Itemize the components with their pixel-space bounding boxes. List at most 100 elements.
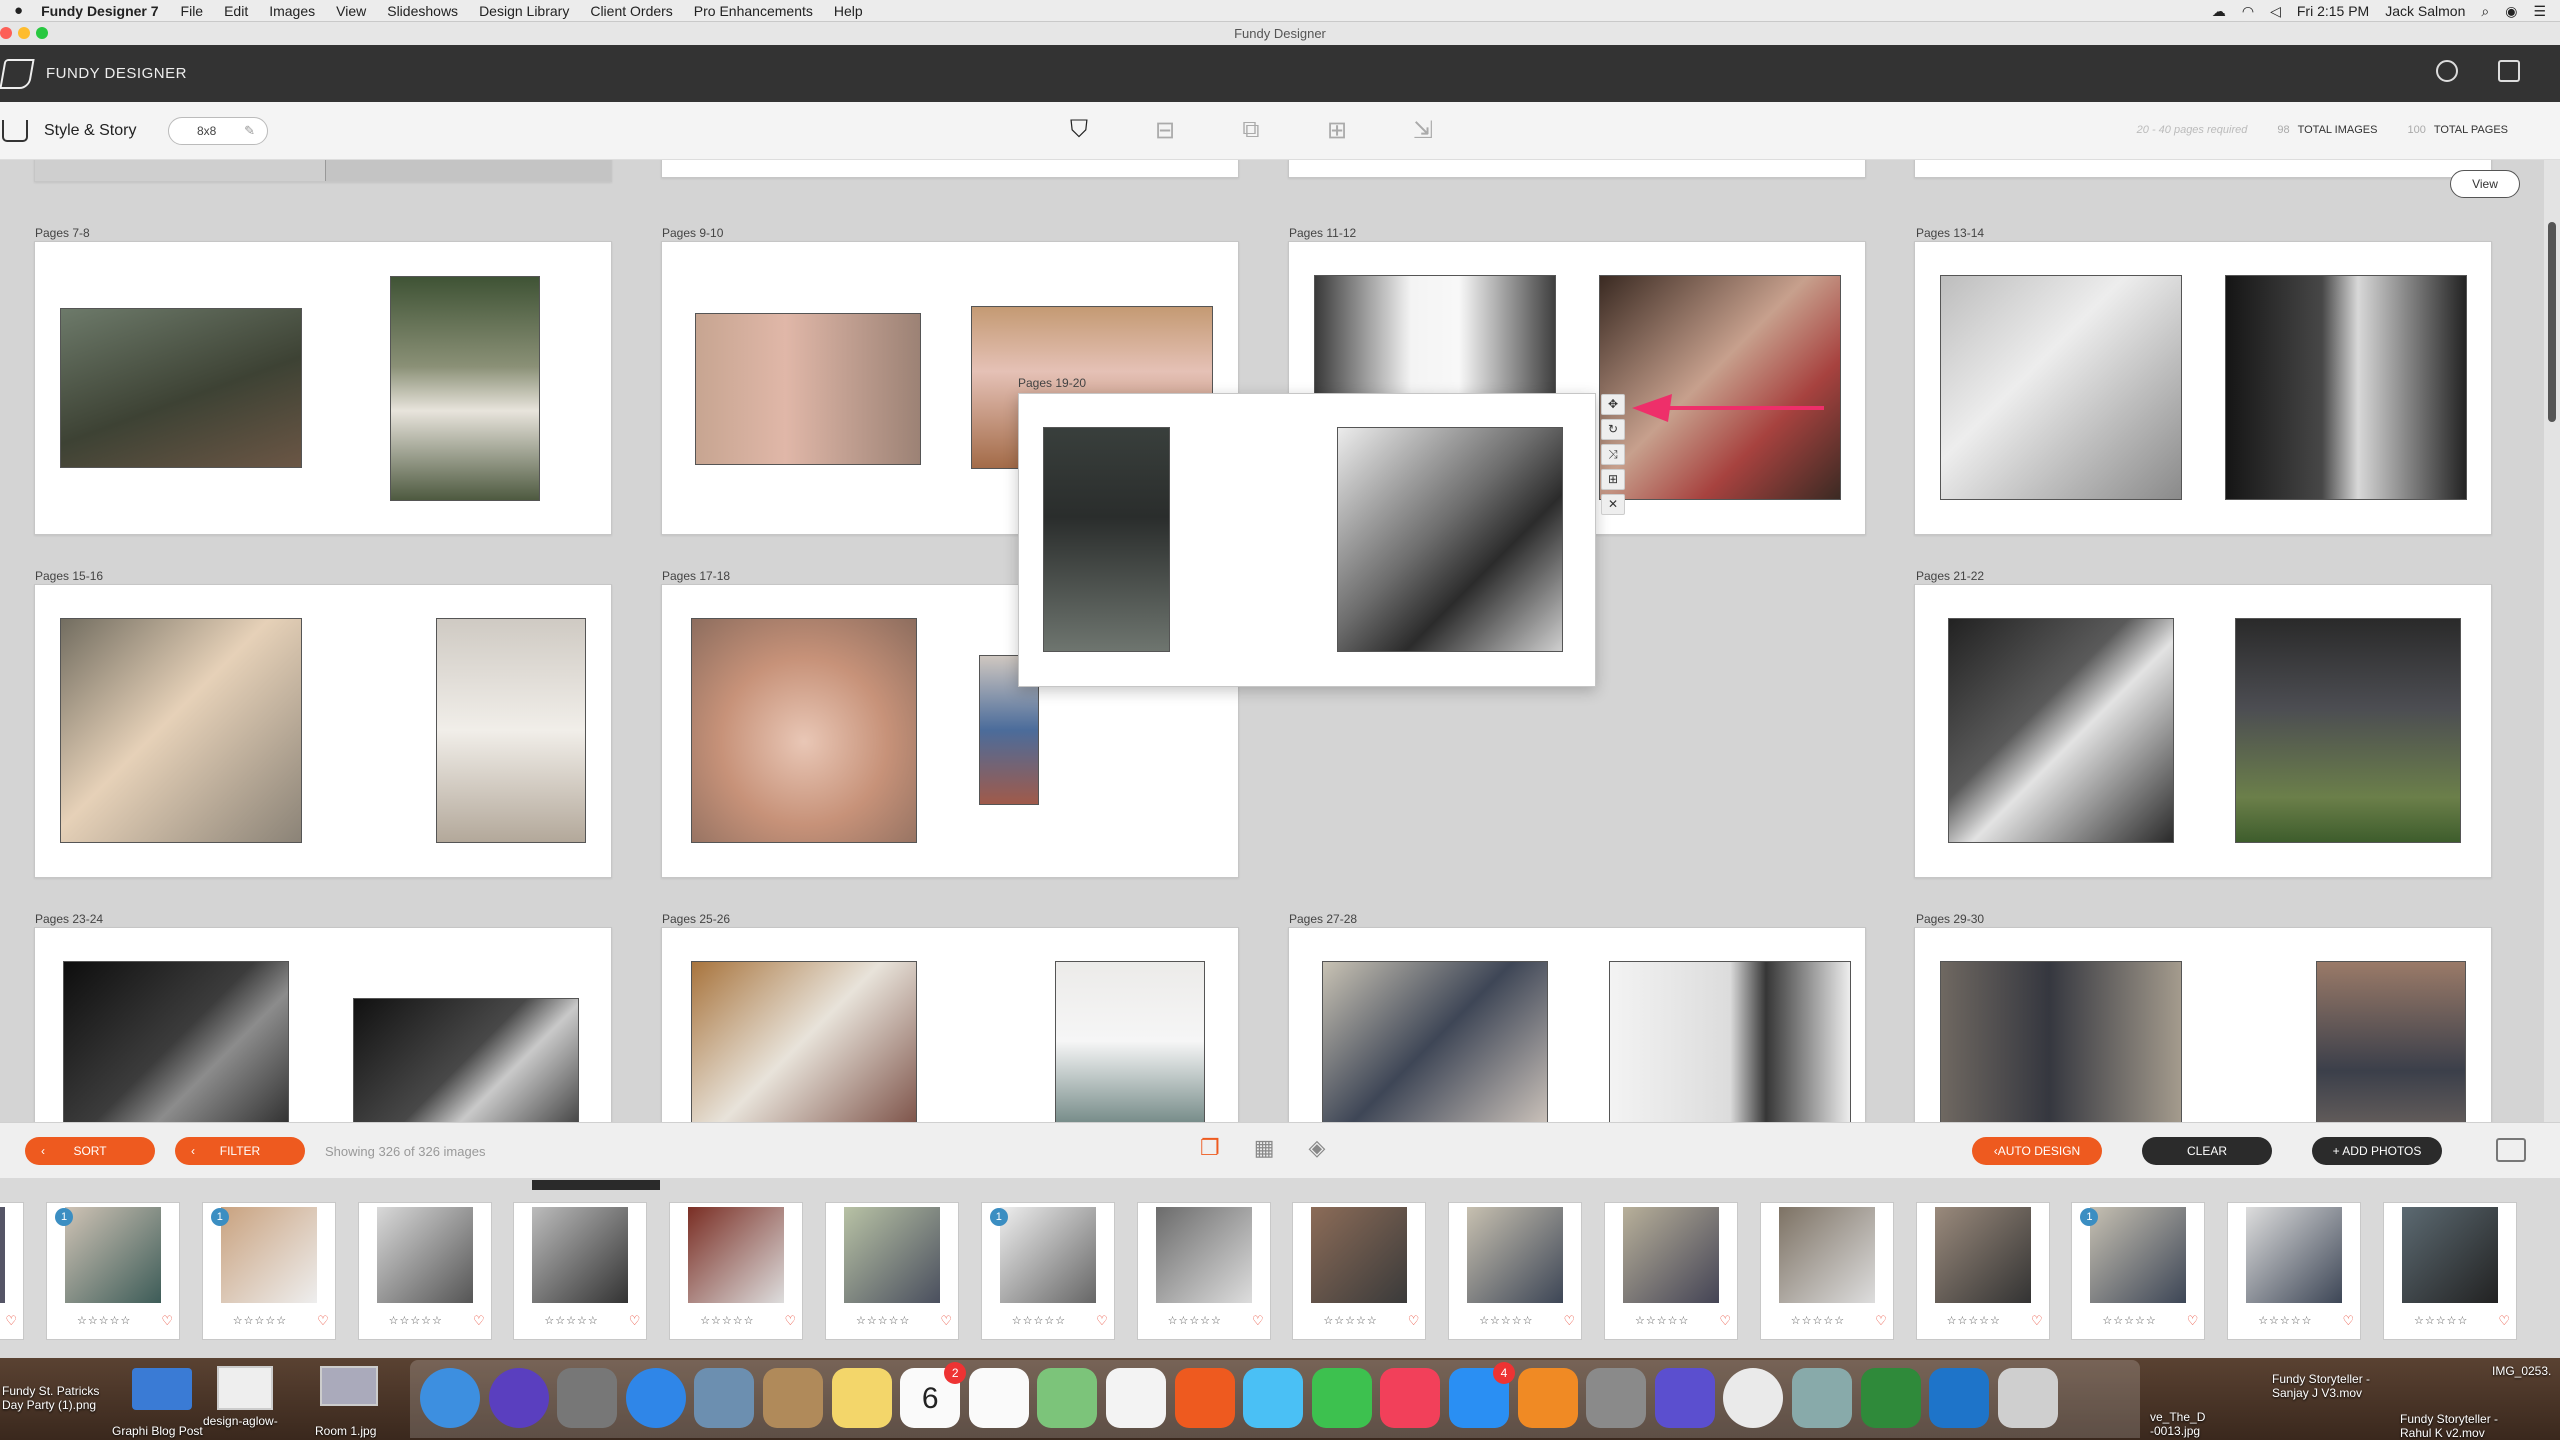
scrollbar-thumb[interactable] (2548, 222, 2556, 422)
star-rating[interactable]: ☆☆☆☆☆ (1168, 1314, 1222, 1327)
favorite-heart-icon[interactable]: ♡ (5, 1313, 17, 1329)
album-size-selector[interactable]: 8x8 ✎ (168, 117, 268, 145)
thumbnail[interactable]: ☆☆☆☆☆ ♡ (1136, 1202, 1271, 1340)
chrome-icon[interactable] (1723, 1368, 1784, 1428)
quicktime-icon[interactable] (1929, 1368, 1990, 1428)
siri-icon[interactable]: ◉ (2505, 3, 2517, 20)
favorite-heart-icon[interactable]: ♡ (1096, 1313, 1108, 1329)
thumbnail-image[interactable] (1311, 1207, 1408, 1303)
spread-pages-7-8[interactable] (34, 241, 612, 535)
notes-icon[interactable] (831, 1368, 892, 1428)
thumbnail[interactable]: 1 ☆☆☆☆☆ ♡ (980, 1202, 1115, 1340)
star-rating[interactable]: ☆☆☆☆☆ (2414, 1314, 2468, 1327)
menu-design-library[interactable]: Design Library (479, 3, 569, 19)
minimize-window-icon[interactable] (18, 27, 30, 39)
photo[interactable] (436, 618, 586, 843)
menu-view[interactable]: View (336, 3, 366, 19)
thumbnail[interactable]: ☆☆☆☆☆ ♡ (2383, 1202, 2517, 1340)
star-rating[interactable]: ☆☆☆☆☆ (1947, 1314, 2001, 1327)
spread-pages-29-30[interactable] (1914, 927, 2492, 1122)
favorite-heart-icon[interactable]: ♡ (1252, 1313, 1264, 1329)
photos-icon[interactable] (1106, 1368, 1166, 1428)
proof-pages-icon[interactable]: ⧉ (1237, 116, 1265, 144)
album-style-title[interactable]: Style & Story (44, 122, 136, 140)
volume-icon[interactable]: ◁ (2270, 3, 2281, 20)
favorite-heart-icon[interactable]: ♡ (1875, 1313, 1887, 1329)
thumbnail-image[interactable] (532, 1207, 629, 1303)
layers-icon[interactable]: ◈ (1309, 1135, 1326, 1161)
thumbnail-image[interactable] (2246, 1207, 2343, 1303)
fundy-icon[interactable] (1174, 1368, 1235, 1428)
folder-icon[interactable] (132, 1368, 192, 1410)
photo[interactable] (390, 276, 540, 501)
thumbnail[interactable]: ☆☆☆☆☆ ♡ (825, 1202, 959, 1340)
thumbnail[interactable]: ☆☆☆☆☆ ♡ (669, 1202, 804, 1340)
star-rating[interactable]: ☆☆☆☆☆ (1012, 1314, 1066, 1327)
desktop-file-label[interactable]: Room 1.jpg (315, 1424, 376, 1438)
spread-partial-1[interactable] (34, 160, 612, 182)
close-icon[interactable]: ✕ (1601, 494, 1625, 515)
favorite-heart-icon[interactable]: ♡ (2498, 1313, 2510, 1329)
checker-icon[interactable]: ▦ (1254, 1135, 1275, 1161)
photo[interactable] (60, 308, 302, 468)
favorite-heart-icon[interactable]: ♡ (940, 1313, 952, 1329)
thumbnail-image[interactable] (844, 1207, 940, 1303)
thumbnail[interactable]: ☆☆☆☆☆ ♡ (1604, 1202, 1738, 1340)
facetime-icon[interactable] (1311, 1368, 1372, 1428)
favorite-heart-icon[interactable]: ♡ (473, 1313, 485, 1329)
photo[interactable] (1940, 961, 2182, 1122)
camtasia-icon[interactable] (1860, 1368, 1921, 1428)
spread-partial-2[interactable] (661, 160, 1239, 178)
image-capture-icon[interactable] (1792, 1368, 1852, 1428)
spread-partial-4[interactable] (1914, 160, 2492, 178)
spread-pages-21-22[interactable] (1914, 584, 2492, 878)
menu-images[interactable]: Images (269, 3, 315, 19)
thumbnail-image[interactable] (220, 1207, 317, 1303)
thumbnail[interactable]: ☆☆☆☆☆ ♡ (1759, 1202, 1894, 1340)
favorite-heart-icon[interactable]: ♡ (629, 1313, 641, 1329)
photo[interactable] (353, 998, 579, 1122)
star-rating[interactable]: ☆☆☆☆☆ (544, 1314, 598, 1327)
desktop-file-label[interactable]: IMG_0253. (2492, 1364, 2551, 1378)
thumbnail[interactable]: ☆☆☆☆☆ ♡ (1915, 1202, 2050, 1340)
thumbnail[interactable]: ☆☆☆☆☆ ♡ (513, 1202, 648, 1340)
view-button[interactable]: View (2450, 170, 2520, 198)
photo[interactable] (60, 618, 302, 843)
desktop-file-label[interactable]: Graphi Blog Post (112, 1424, 203, 1438)
stack-icon[interactable]: ❐ (1200, 1135, 1220, 1161)
star-rating[interactable]: ☆☆☆☆☆ (1791, 1314, 1845, 1327)
thumbnail[interactable]: ♡ (0, 1202, 24, 1340)
system-preferences-icon[interactable] (1586, 1368, 1647, 1428)
photo[interactable] (1043, 427, 1170, 652)
album-overview-icon[interactable]: ⛉ (1065, 116, 1093, 144)
photo[interactable] (2235, 618, 2461, 843)
spread-pages-15-16[interactable] (34, 584, 612, 878)
spread-pages-25-26[interactable] (661, 927, 1239, 1122)
zoom-window-icon[interactable] (36, 27, 48, 39)
file-thumbnail[interactable] (320, 1366, 378, 1406)
favorite-heart-icon[interactable]: ♡ (161, 1313, 173, 1329)
star-rating[interactable]: ☆☆☆☆☆ (233, 1314, 287, 1327)
spread-partial-3[interactable] (1288, 160, 1866, 178)
trash-icon[interactable] (1997, 1368, 2058, 1428)
photo[interactable] (2316, 961, 2466, 1122)
thumbnail[interactable]: 1 ☆☆☆☆☆ ♡ (46, 1202, 180, 1340)
thumbnail-image[interactable] (2090, 1207, 2187, 1303)
star-rating[interactable]: ☆☆☆☆☆ (1479, 1314, 1533, 1327)
menu-pro-enhancements[interactable]: Pro Enhancements (694, 3, 813, 19)
photo[interactable] (1322, 961, 1548, 1122)
thumbnail[interactable]: 1 ☆☆☆☆☆ ♡ (2071, 1202, 2206, 1340)
photo[interactable] (1609, 961, 1851, 1122)
file-thumbnail[interactable] (217, 1366, 273, 1410)
creative-cloud-icon[interactable]: ☁ (2212, 3, 2226, 20)
launchpad-icon[interactable] (557, 1368, 618, 1428)
app-store-icon[interactable]: 4 (1449, 1362, 1515, 1428)
export-icon[interactable]: ⇲ (1409, 116, 1437, 144)
move-icon[interactable]: ✥ (1601, 394, 1625, 415)
external-link-icon[interactable] (2498, 60, 2520, 82)
thumbnail-image[interactable] (688, 1207, 785, 1303)
favorite-heart-icon[interactable]: ♡ (317, 1313, 329, 1329)
desktop-file-label[interactable]: Fundy Storyteller - Sanjay J V3.mov (2272, 1372, 2370, 1400)
favorite-heart-icon[interactable]: ♡ (2187, 1313, 2199, 1329)
thumbnail[interactable]: ☆☆☆☆☆ ♡ (2227, 1202, 2362, 1340)
